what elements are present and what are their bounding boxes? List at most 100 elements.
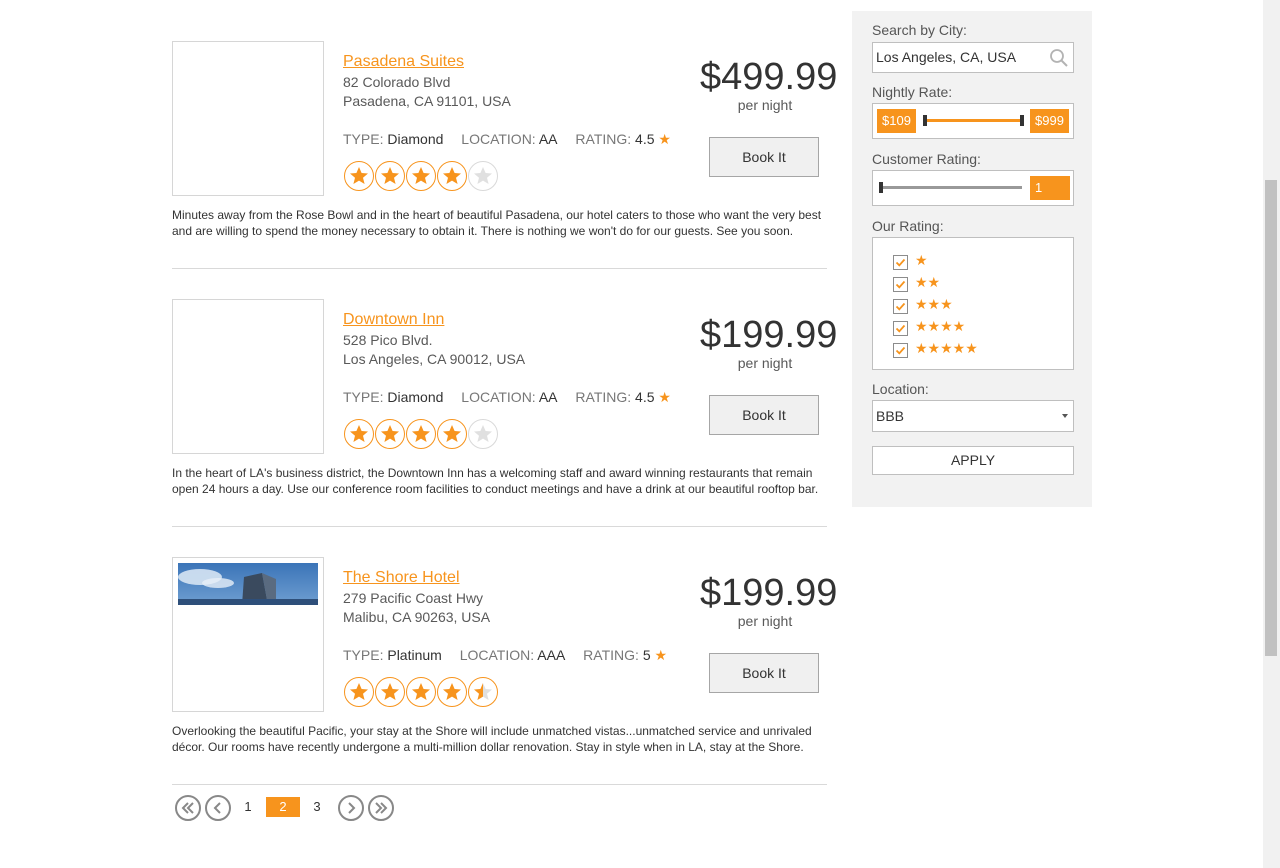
chevron-down-icon bbox=[1062, 414, 1068, 418]
hotel-meta: TYPE: Diamond LOCATION: AA RATING: 4.5 ★ bbox=[343, 389, 671, 406]
book-it-button[interactable]: Book It bbox=[709, 653, 819, 693]
double-chevron-left-icon bbox=[181, 802, 194, 814]
our-rating-checklist: ★ ★★ ★★★ ★★★★ ★★★★★ bbox=[872, 237, 1074, 370]
star-icon: ★ bbox=[658, 389, 671, 405]
rating-stars: ★★★★★ bbox=[915, 340, 978, 356]
rate-min-handle[interactable] bbox=[923, 115, 927, 126]
rating-star-icon bbox=[375, 677, 405, 707]
rating-star-icon bbox=[437, 419, 467, 449]
rating-label: RATING: bbox=[575, 131, 632, 147]
page-3-link[interactable]: 3 bbox=[300, 797, 334, 817]
hotel-price: $199.99 bbox=[700, 572, 838, 614]
rating-star-icon bbox=[406, 161, 436, 191]
chevron-right-icon bbox=[348, 802, 356, 814]
rating-stars: ★★★ bbox=[915, 296, 953, 312]
location-selected-value: BBB bbox=[876, 408, 905, 424]
hotel-name-link[interactable]: Pasadena Suites bbox=[343, 53, 464, 71]
per-night-label: per night bbox=[737, 97, 793, 113]
hotel-price: $499.99 bbox=[700, 56, 838, 98]
rating-star-icon bbox=[437, 677, 467, 707]
page-1-link[interactable]: 1 bbox=[231, 797, 265, 817]
city-search-input[interactable] bbox=[876, 49, 1046, 65]
check-icon bbox=[895, 324, 906, 333]
rating-stars: ★ bbox=[915, 252, 928, 268]
type-label: TYPE: bbox=[343, 131, 384, 147]
type-label: TYPE: bbox=[343, 389, 384, 405]
customer-rating-slider[interactable]: 1 bbox=[872, 170, 1074, 206]
rating-star-icon bbox=[437, 161, 467, 191]
rating-value: 4.5 bbox=[635, 389, 655, 405]
nightly-rate-slider[interactable]: $109 $999 bbox=[872, 103, 1074, 139]
location-label: LOCATION: bbox=[461, 389, 536, 405]
rating-label: RATING: bbox=[575, 389, 632, 405]
hotel-address-line1: 82 Colorado Blvd bbox=[343, 74, 451, 90]
hotel-description: Minutes away from the Rose Bowl and in t… bbox=[172, 208, 822, 238]
prev-page-button[interactable] bbox=[205, 795, 231, 821]
hotel-address-line2: Pasadena, CA 91101, USA bbox=[343, 93, 511, 109]
star-icon: ★ bbox=[654, 647, 668, 663]
book-it-button[interactable]: Book It bbox=[709, 137, 819, 177]
city-search-label: Search by City: bbox=[872, 22, 967, 38]
apply-button[interactable]: APPLY bbox=[872, 446, 1074, 475]
scrollbar-thumb[interactable] bbox=[1265, 180, 1277, 656]
rating-star-icon bbox=[406, 419, 436, 449]
hotel-thumbnail[interactable] bbox=[172, 557, 324, 712]
hotel-price: $199.99 bbox=[700, 314, 838, 356]
location-value: AA bbox=[538, 389, 558, 405]
location-value: AAA bbox=[537, 647, 566, 663]
rate-slider-track bbox=[925, 119, 1022, 122]
hotel-thumbnail[interactable] bbox=[172, 299, 324, 454]
hotel-name-link[interactable]: The Shore Hotel bbox=[343, 569, 460, 587]
hotel-address-line1: 279 Pacific Coast Hwy bbox=[343, 590, 484, 606]
book-it-button[interactable]: Book It bbox=[709, 395, 819, 435]
hotel-address-line2: Malibu, CA 90263, USA bbox=[343, 609, 491, 625]
type-value: Platinum bbox=[387, 647, 442, 663]
hotel-name-link[interactable]: Downtown Inn bbox=[343, 311, 444, 329]
search-icon bbox=[1050, 49, 1068, 67]
hotel-thumbnail[interactable] bbox=[172, 41, 324, 196]
customer-rating-label: Customer Rating: bbox=[872, 151, 981, 167]
checkbox[interactable] bbox=[893, 277, 908, 292]
type-label: TYPE: bbox=[343, 647, 384, 663]
rating-star-icon bbox=[468, 161, 498, 191]
checkbox[interactable] bbox=[893, 255, 908, 270]
city-search-field[interactable] bbox=[872, 42, 1074, 73]
hotel-address-line2: Los Angeles, CA 90012, USA bbox=[343, 351, 526, 367]
rating-star-icon bbox=[344, 161, 374, 191]
chevron-left-icon bbox=[213, 802, 221, 814]
next-page-button[interactable] bbox=[338, 795, 364, 821]
hotel-photo bbox=[178, 563, 318, 605]
per-night-label: per night bbox=[737, 355, 793, 371]
location-label: Location: bbox=[872, 381, 929, 397]
rate-max-handle[interactable] bbox=[1020, 115, 1024, 126]
customer-rating-handle[interactable] bbox=[879, 182, 883, 193]
location-label: LOCATION: bbox=[459, 647, 535, 663]
page-scrollbar[interactable] bbox=[1263, 0, 1280, 868]
last-page-button[interactable] bbox=[368, 795, 394, 821]
double-chevron-right-icon bbox=[375, 802, 388, 814]
location-label: LOCATION: bbox=[461, 131, 536, 147]
first-page-button[interactable] bbox=[175, 795, 201, 821]
check-icon bbox=[895, 302, 906, 311]
location-select[interactable]: BBB bbox=[872, 400, 1074, 432]
location-value: AA bbox=[538, 131, 558, 147]
divider bbox=[172, 268, 827, 269]
rating-label: RATING: bbox=[583, 647, 639, 663]
hotel-meta: TYPE: Platinum LOCATION: AAA RATING: 5 ★ bbox=[343, 647, 667, 664]
type-value: Diamond bbox=[387, 389, 444, 405]
rating-star-icon bbox=[344, 419, 374, 449]
rating-stars: ★★ bbox=[915, 274, 941, 290]
divider bbox=[172, 784, 827, 785]
customer-rating-value: 1 bbox=[1030, 176, 1070, 200]
rating-star-icon bbox=[344, 677, 374, 707]
check-icon bbox=[895, 346, 906, 355]
checkbox[interactable] bbox=[893, 343, 908, 358]
our-rating-label: Our Rating: bbox=[872, 218, 944, 234]
checkbox[interactable] bbox=[893, 321, 908, 336]
hotel-card: Pasadena Suites 82 Colorado Blvd Pasaden… bbox=[172, 41, 838, 299]
page-2-current[interactable]: 2 bbox=[266, 797, 300, 817]
nightly-rate-label: Nightly Rate: bbox=[872, 84, 953, 100]
hotel-description: In the heart of LA's business district, … bbox=[172, 466, 819, 496]
checkbox[interactable] bbox=[893, 299, 908, 314]
rating-star-icon bbox=[468, 677, 498, 707]
